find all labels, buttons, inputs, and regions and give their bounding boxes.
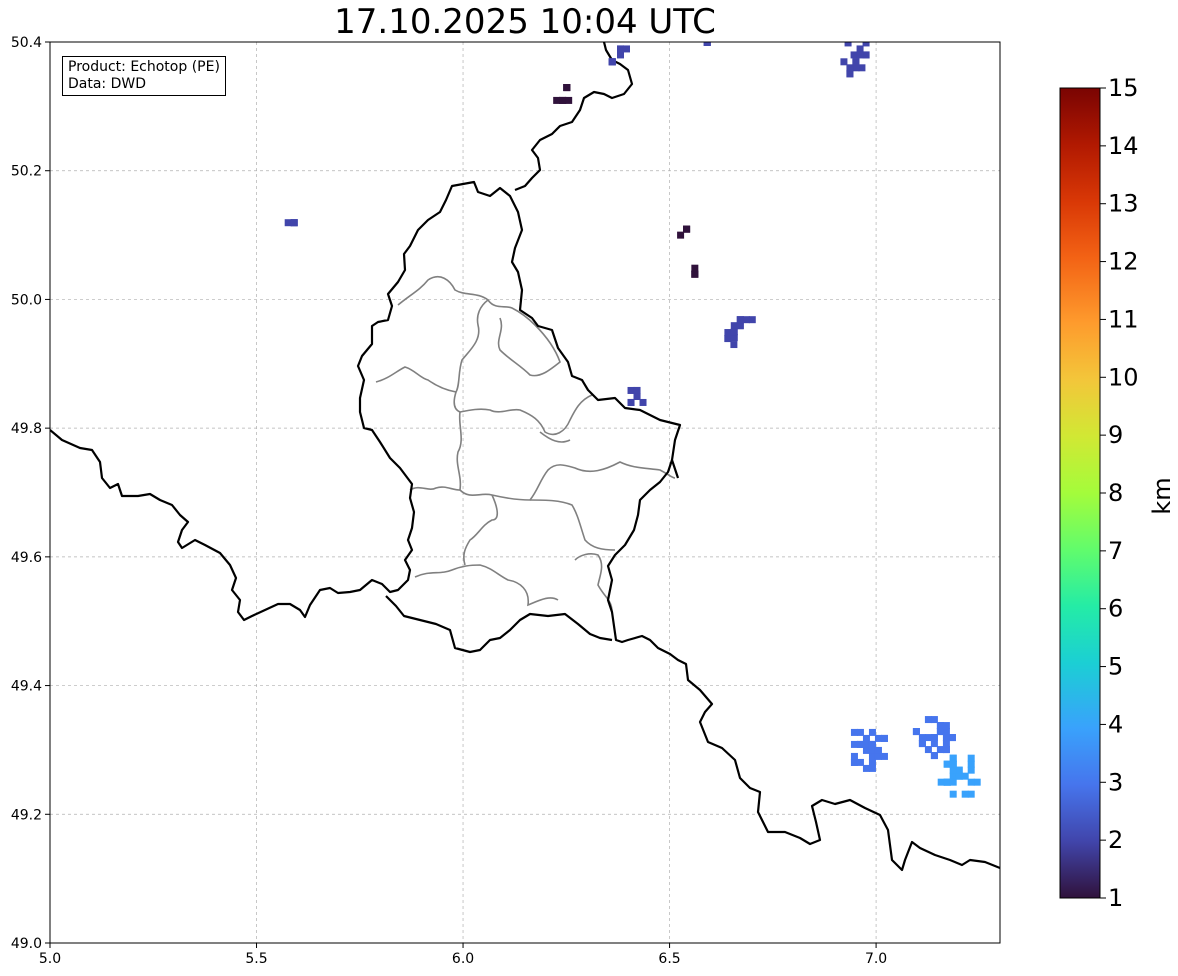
x-tick-label: 7.0 bbox=[865, 951, 887, 967]
echo-cell bbox=[691, 264, 699, 278]
colorbar-tick-label: 14 bbox=[1108, 132, 1139, 160]
product-label: Product: Echotop (PE) bbox=[68, 59, 220, 75]
colorbar-tick-label: 2 bbox=[1108, 826, 1123, 854]
y-tick-label: 50.4 bbox=[11, 35, 42, 51]
colorbar-tick-label: 12 bbox=[1108, 248, 1139, 276]
map-figure: 5.0 5.5 6.0 6.5 7.0 49.0 49.2 49.4 49.6 49.8 50.0… bbox=[11, 35, 1139, 967]
y-tick-label: 49.8 bbox=[11, 421, 42, 437]
colorbar-label: km bbox=[1148, 477, 1176, 515]
colorbar-tick-label: 11 bbox=[1108, 305, 1139, 333]
echo-cell bbox=[608, 58, 616, 66]
map-background bbox=[50, 42, 1000, 943]
echo-cell bbox=[284, 219, 298, 227]
colorbar-tick-label: 10 bbox=[1108, 363, 1139, 391]
y-axis: 49.0 49.2 49.4 49.6 49.8 50.0 50.2 50.4 bbox=[11, 35, 50, 952]
y-tick-label: 49.2 bbox=[11, 807, 42, 823]
colorbar-tick-label: 7 bbox=[1108, 537, 1123, 565]
colorbar-tick-label: 9 bbox=[1108, 421, 1123, 449]
colorbar-tick-label: 3 bbox=[1108, 768, 1123, 796]
x-axis: 5.0 5.5 6.0 6.5 7.0 bbox=[39, 943, 887, 967]
colorbar-tick-label: 5 bbox=[1108, 653, 1123, 681]
y-tick-label: 50.2 bbox=[11, 164, 42, 180]
colorbar-ticks: 123456789101112131415 bbox=[1100, 74, 1139, 912]
y-tick-label: 49.6 bbox=[11, 550, 42, 566]
colorbar-tick-label: 15 bbox=[1108, 74, 1139, 102]
colorbar bbox=[1059, 87, 1101, 899]
x-tick-label: 5.0 bbox=[39, 951, 61, 967]
colorbar-tick-label: 1 bbox=[1108, 884, 1123, 912]
colorbar-tick-label: 6 bbox=[1108, 595, 1123, 623]
colorbar-tick-label: 13 bbox=[1108, 190, 1139, 218]
data-source-label: Data: DWD bbox=[68, 76, 146, 92]
echo-cell bbox=[553, 96, 573, 104]
x-tick-label: 5.5 bbox=[245, 951, 267, 967]
y-tick-label: 49.0 bbox=[11, 936, 42, 952]
product-info-box: Product: Echotop (PE) Data: DWD bbox=[62, 56, 226, 96]
x-tick-label: 6.5 bbox=[658, 951, 680, 967]
x-tick-label: 6.0 bbox=[452, 951, 474, 967]
map-title: 17.10.2025 10:04 UTC bbox=[334, 2, 716, 42]
colorbar-tick-label: 8 bbox=[1108, 479, 1123, 507]
colorbar-tick-label: 4 bbox=[1108, 710, 1123, 738]
y-tick-label: 50.0 bbox=[11, 292, 42, 308]
echo-cell bbox=[563, 84, 571, 92]
y-tick-label: 49.4 bbox=[11, 679, 42, 695]
